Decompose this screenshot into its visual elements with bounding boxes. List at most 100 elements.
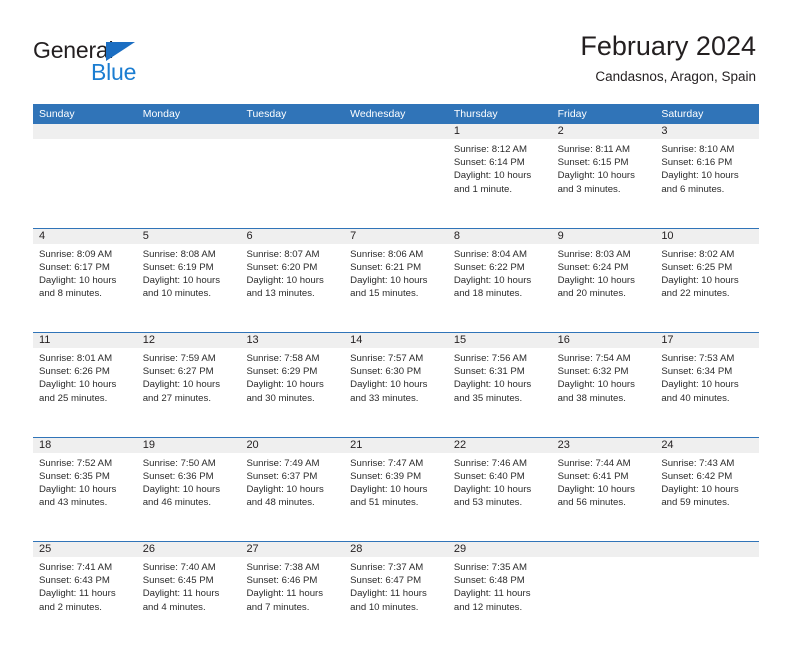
day-number[interactable]: 28 bbox=[344, 542, 448, 557]
sunset-text: Sunset: 6:27 PM bbox=[142, 366, 214, 378]
calendar-day-cell[interactable]: Sunrise: 7:53 AM Sunset: 6:34 PM Daylight:… bbox=[655, 348, 759, 437]
calendar-day-cell[interactable]: Sunrise: 8:08 AM Sunset: 6:19 PM Daylight:… bbox=[137, 244, 241, 333]
calendar-day-cell-empty bbox=[240, 139, 344, 228]
day-number[interactable]: 12 bbox=[137, 333, 241, 348]
daylight-text: Daylight: 10 hours bbox=[142, 483, 221, 495]
daylight-text: and 59 minutes. bbox=[661, 497, 730, 509]
calendar-day-cell[interactable]: Sunrise: 8:04 AM Sunset: 6:22 PM Daylight:… bbox=[448, 244, 552, 333]
sunset-text: Sunset: 6:15 PM bbox=[557, 157, 629, 169]
day-detail-lines: Sunrise: 7:44 AM Sunset: 6:41 PM Daylight:… bbox=[552, 453, 656, 510]
calendar-day-cell[interactable]: Sunrise: 8:01 AM Sunset: 6:26 PM Daylight:… bbox=[33, 348, 137, 437]
daylight-text: Daylight: 10 hours bbox=[557, 483, 635, 495]
daylight-text: Daylight: 10 hours bbox=[661, 170, 739, 182]
calendar-week-row: 18 19 20 21 22 23 24 Sunrise: 7:52 AM Sunset: 6:… bbox=[33, 436, 759, 542]
calendar-day-cell[interactable]: Sunrise: 7:40 AM Sunset: 6:45 PM Daylight:… bbox=[137, 557, 241, 646]
calendar-day-cell[interactable]: Sunrise: 7:44 AM Sunset: 6:41 PM Daylight:… bbox=[552, 453, 656, 542]
day-number-empty bbox=[552, 542, 656, 557]
calendar-day-cell[interactable]: Sunrise: 7:50 AM Sunset: 6:36 PM Daylight:… bbox=[137, 453, 241, 542]
weekday-header-monday: Monday bbox=[142, 108, 181, 120]
day-number[interactable]: 14 bbox=[344, 333, 448, 348]
day-number[interactable]: 26 bbox=[137, 542, 241, 557]
calendar-day-cell[interactable]: Sunrise: 7:49 AM Sunset: 6:37 PM Daylight:… bbox=[240, 453, 344, 542]
day-number[interactable]: 11 bbox=[33, 333, 137, 348]
daylight-text: Daylight: 11 hours bbox=[350, 588, 427, 600]
calendar-day-cell[interactable]: Sunrise: 8:02 AM Sunset: 6:25 PM Daylight:… bbox=[655, 244, 759, 333]
calendar-day-cell[interactable]: Sunrise: 8:12 AM Sunset: 6:14 PM Daylight:… bbox=[448, 139, 552, 228]
daylight-text: Daylight: 10 hours bbox=[39, 274, 117, 286]
day-number-empty bbox=[137, 124, 241, 139]
calendar-day-cell[interactable]: Sunrise: 7:59 AM Sunset: 6:27 PM Daylight:… bbox=[137, 348, 241, 437]
day-number[interactable]: 3 bbox=[655, 124, 759, 139]
daylight-text: and 13 minutes. bbox=[246, 288, 315, 300]
day-number[interactable]: 22 bbox=[448, 438, 552, 453]
daylight-text: and 3 minutes. bbox=[557, 183, 621, 195]
daylight-text: and 53 minutes. bbox=[453, 497, 523, 509]
calendar-day-cell[interactable]: Sunrise: 7:52 AM Sunset: 6:35 PM Daylight:… bbox=[33, 453, 137, 542]
daylight-text: and 56 minutes. bbox=[557, 497, 626, 509]
calendar-day-cell[interactable]: Sunrise: 7:54 AM Sunset: 6:32 PM Daylight:… bbox=[552, 348, 656, 437]
calendar-day-cell[interactable]: Sunrise: 8:06 AM Sunset: 6:21 PM Daylight:… bbox=[344, 244, 448, 333]
calendar-day-cell[interactable]: Sunrise: 7:41 AM Sunset: 6:43 PM Daylight:… bbox=[33, 557, 137, 646]
day-detail-lines: Sunrise: 7:49 AM Sunset: 6:37 PM Daylight:… bbox=[240, 453, 344, 510]
day-number[interactable]: 24 bbox=[655, 438, 759, 453]
day-detail-lines: Sunrise: 7:58 AM Sunset: 6:29 PM Daylight:… bbox=[240, 348, 344, 405]
calendar-day-cell[interactable]: Sunrise: 8:07 AM Sunset: 6:20 PM Daylight:… bbox=[240, 244, 344, 333]
calendar-day-cell[interactable]: Sunrise: 7:47 AM Sunset: 6:39 PM Daylight:… bbox=[344, 453, 448, 542]
daylight-text: and 33 minutes. bbox=[350, 392, 419, 404]
day-number[interactable]: 17 bbox=[655, 333, 759, 348]
sunrise-text: Sunrise: 7:47 AM bbox=[350, 457, 424, 469]
sunset-text: Sunset: 6:36 PM bbox=[142, 470, 214, 482]
calendar-day-cell[interactable]: Sunrise: 7:58 AM Sunset: 6:29 PM Daylight:… bbox=[240, 348, 344, 437]
calendar-day-cell-empty bbox=[552, 557, 656, 646]
day-number[interactable]: 19 bbox=[137, 438, 241, 453]
day-number[interactable]: 25 bbox=[33, 542, 137, 557]
calendar-day-cell[interactable]: Sunrise: 7:38 AM Sunset: 6:46 PM Daylight:… bbox=[240, 557, 344, 646]
daylight-text: and 18 minutes. bbox=[453, 288, 523, 300]
calendar-day-cell[interactable]: Sunrise: 7:46 AM Sunset: 6:40 PM Daylight:… bbox=[448, 453, 552, 542]
day-detail-lines: Sunrise: 7:57 AM Sunset: 6:30 PM Daylight:… bbox=[344, 348, 448, 405]
day-number[interactable]: 10 bbox=[655, 229, 759, 244]
calendar-day-cell[interactable]: Sunrise: 7:56 AM Sunset: 6:31 PM Daylight:… bbox=[448, 348, 552, 437]
day-number[interactable]: 2 bbox=[552, 124, 656, 139]
sunset-text: Sunset: 6:31 PM bbox=[453, 366, 525, 378]
sunset-text: Sunset: 6:26 PM bbox=[39, 366, 110, 378]
sunrise-text: Sunrise: 8:04 AM bbox=[453, 248, 527, 260]
day-number[interactable]: 20 bbox=[240, 438, 344, 453]
day-detail-lines: Sunrise: 8:11 AM Sunset: 6:15 PM Daylight:… bbox=[552, 139, 656, 196]
sunset-text: Sunset: 6:39 PM bbox=[350, 470, 422, 482]
day-number-empty bbox=[344, 124, 448, 139]
day-number[interactable]: 4 bbox=[33, 229, 137, 244]
sunset-text: Sunset: 6:46 PM bbox=[246, 575, 318, 587]
day-number[interactable]: 8 bbox=[448, 229, 552, 244]
sunset-text: Sunset: 6:16 PM bbox=[661, 157, 733, 169]
daylight-text: Daylight: 10 hours bbox=[142, 379, 221, 391]
day-number[interactable]: 5 bbox=[137, 229, 241, 244]
sunrise-text: Sunrise: 7:38 AM bbox=[246, 562, 320, 573]
day-number[interactable]: 9 bbox=[552, 229, 656, 244]
calendar-day-cell[interactable]: Sunrise: 7:57 AM Sunset: 6:30 PM Daylight:… bbox=[344, 348, 448, 437]
day-detail-lines: Sunrise: 8:06 AM Sunset: 6:21 PM Daylight:… bbox=[344, 244, 448, 301]
day-number[interactable]: 29 bbox=[448, 542, 552, 557]
calendar-day-cell[interactable]: Sunrise: 7:35 AM Sunset: 6:48 PM Daylight:… bbox=[448, 557, 552, 646]
calendar-day-cell[interactable]: Sunrise: 8:11 AM Sunset: 6:15 PM Daylight:… bbox=[552, 139, 656, 228]
daylight-text: and 22 minutes. bbox=[661, 288, 730, 300]
calendar-day-cell[interactable]: Sunrise: 7:43 AM Sunset: 6:42 PM Daylight:… bbox=[655, 453, 759, 542]
general-blue-logo: General Blue bbox=[33, 37, 213, 85]
sunrise-text: Sunrise: 7:50 AM bbox=[142, 457, 216, 469]
day-number[interactable]: 7 bbox=[344, 229, 448, 244]
day-number[interactable]: 6 bbox=[240, 229, 344, 244]
day-number[interactable]: 18 bbox=[33, 438, 137, 453]
calendar-day-cell[interactable]: Sunrise: 8:10 AM Sunset: 6:16 PM Daylight:… bbox=[655, 139, 759, 228]
calendar-day-cell[interactable]: Sunrise: 7:37 AM Sunset: 6:47 PM Daylight:… bbox=[344, 557, 448, 646]
day-number[interactable]: 27 bbox=[240, 542, 344, 557]
day-number[interactable]: 15 bbox=[448, 333, 552, 348]
day-number[interactable]: 16 bbox=[552, 333, 656, 348]
day-number[interactable]: 1 bbox=[448, 124, 552, 139]
day-number[interactable]: 23 bbox=[552, 438, 656, 453]
sunrise-text: Sunrise: 7:46 AM bbox=[453, 457, 527, 469]
calendar-day-cell[interactable]: Sunrise: 8:03 AM Sunset: 6:24 PM Daylight:… bbox=[552, 244, 656, 333]
calendar-day-cell[interactable]: Sunrise: 8:09 AM Sunset: 6:17 PM Daylight:… bbox=[33, 244, 137, 333]
sunset-text: Sunset: 6:35 PM bbox=[39, 470, 110, 482]
day-number[interactable]: 21 bbox=[344, 438, 448, 453]
day-number[interactable]: 13 bbox=[240, 333, 344, 348]
